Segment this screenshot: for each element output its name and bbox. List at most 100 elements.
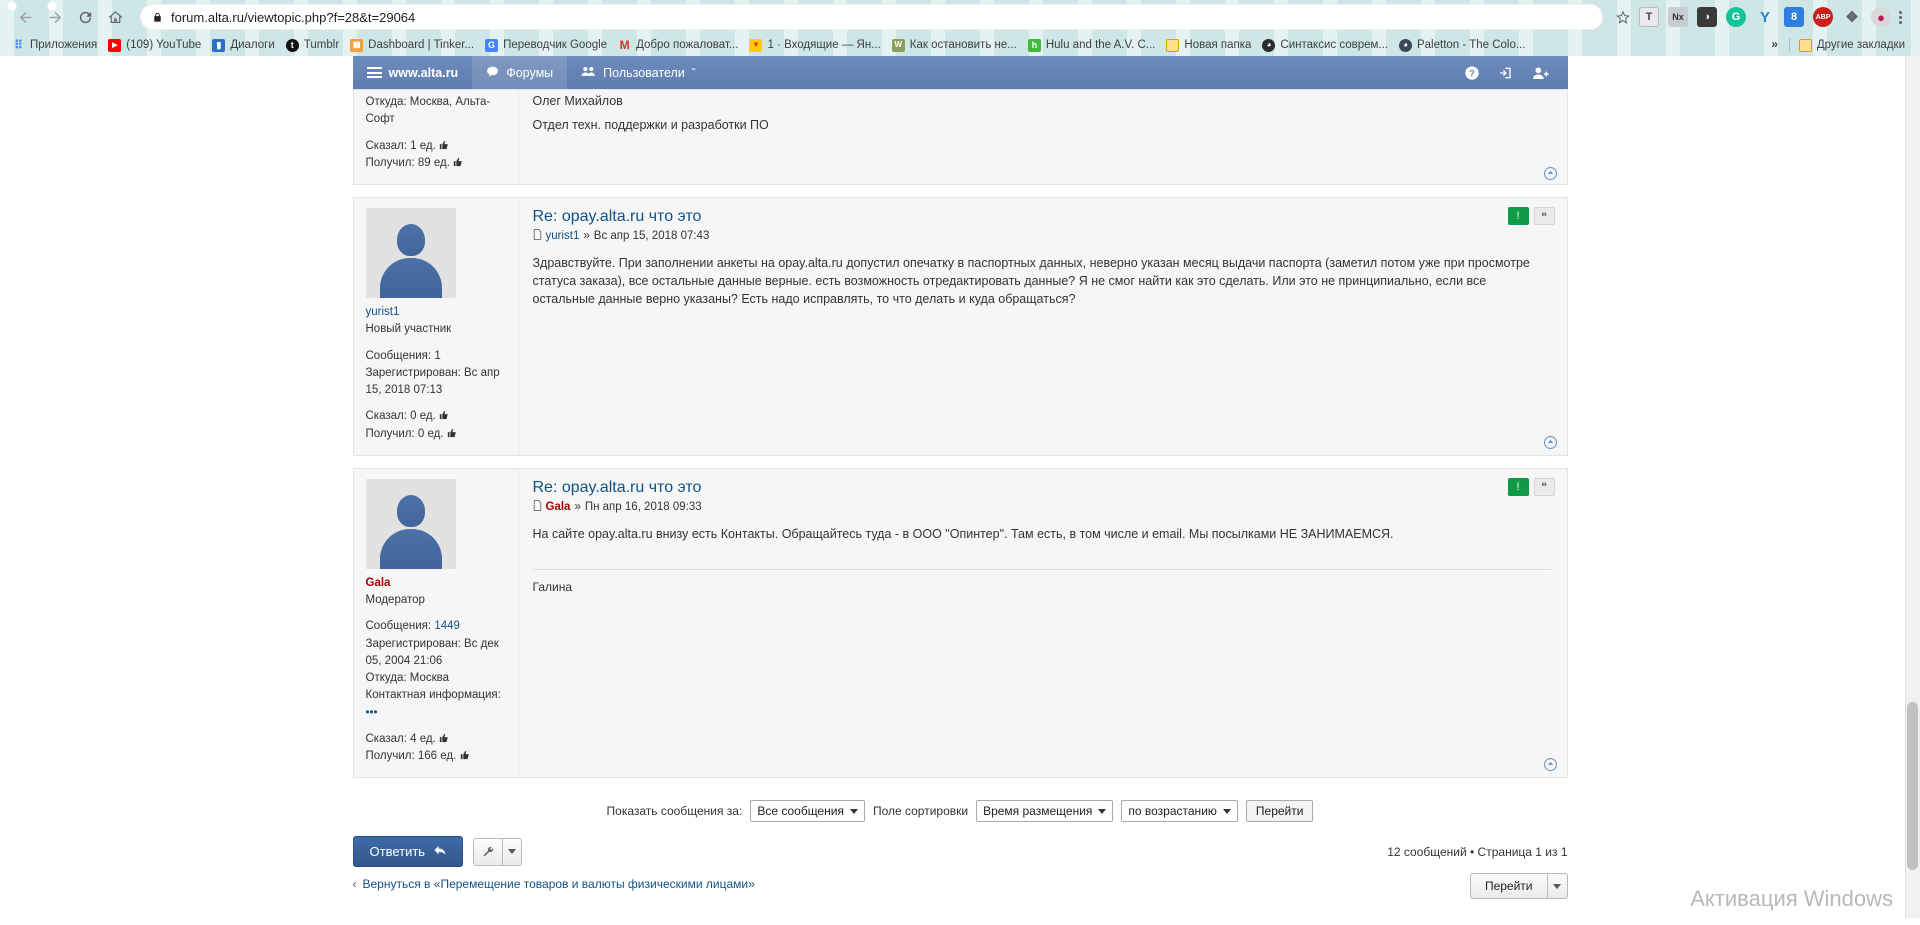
bookmark-label: Новая папка xyxy=(1184,39,1252,51)
kebab-menu-icon[interactable] xyxy=(1891,10,1910,24)
globe-dark-icon: ◕ xyxy=(1262,38,1276,52)
bookmark-wh[interactable]: W Как остановить не... xyxy=(888,38,1024,52)
chevron-down-icon[interactable] xyxy=(503,837,523,866)
wrench-icon[interactable] xyxy=(473,837,504,866)
adblock-plus-extension-icon[interactable]: ABP xyxy=(1813,7,1833,27)
bookmark-tinkercad[interactable]: ▦ Dashboard | Tinker... xyxy=(346,38,481,52)
nav-item-label: Форумы xyxy=(506,65,554,80)
back-to-top-icon[interactable] xyxy=(1543,435,1557,449)
sort-direction-select[interactable]: по возрастанию xyxy=(1121,800,1238,823)
report-post-button[interactable]: ! xyxy=(1507,207,1529,225)
author-contact-value[interactable]: ••• xyxy=(366,705,506,722)
post-author-panel: yurist1 Новый участник Сообщения: 1 Заре… xyxy=(354,198,519,455)
profile-avatar-icon[interactable]: ● xyxy=(1871,7,1891,27)
url-text: forum.alta.ru/viewtopic.php?f=28&t=29064 xyxy=(171,9,416,25)
bookmark-hulu[interactable]: h Hulu and the A.V. C... xyxy=(1024,38,1163,52)
bookmark-yandex-mail[interactable]: ▼ 1 · Входящие — Ян... xyxy=(745,38,887,52)
paletton-icon: ◕ xyxy=(1398,38,1412,52)
history-extension-icon[interactable]: 8 xyxy=(1784,7,1804,27)
reply-button[interactable]: Ответить xyxy=(352,836,464,868)
bookmark-tumblr[interactable]: t Tumblr xyxy=(282,38,346,52)
chevron-down-icon[interactable] xyxy=(1547,873,1568,900)
meta-separator: » xyxy=(583,230,590,242)
sort-field-select[interactable]: Время размещения xyxy=(976,800,1114,823)
bookmark-gmail[interactable]: M Добро пожаловат... xyxy=(614,39,745,52)
other-bookmarks-button[interactable]: Другие закладки xyxy=(1795,38,1912,52)
author-location: Откуда: Москва xyxy=(365,672,450,684)
post-action-buttons: ! ❝ xyxy=(1507,207,1555,225)
back-to-top-icon[interactable] xyxy=(1543,758,1557,772)
page-scrollbar[interactable] xyxy=(1905,56,1920,918)
wh-icon: W xyxy=(891,38,905,52)
bookmark-syntax[interactable]: ◕ Синтаксис соврем... xyxy=(1258,38,1395,52)
author-username[interactable]: yurist1 xyxy=(366,304,506,321)
folder-icon xyxy=(1166,38,1180,52)
sort-field-label: Поле сортировки xyxy=(872,804,969,819)
author-thanks-given: Сказал: 4 ед. xyxy=(366,731,506,748)
post-author-link[interactable]: yurist1 xyxy=(546,230,580,242)
post-meta: yurist1 » Вс апр 15, 2018 07:43 xyxy=(533,229,1551,243)
home-icon[interactable] xyxy=(100,2,130,32)
bookmark-label: 1 · Входящие — Ян... xyxy=(767,39,881,51)
nav-item-label: Пользователи xyxy=(603,65,685,80)
login-icon[interactable] xyxy=(1498,65,1514,81)
help-icon[interactable]: ? xyxy=(1464,65,1480,81)
nav-brand[interactable]: www.alta.ru xyxy=(353,56,473,89)
report-post-button[interactable]: ! xyxy=(1507,477,1529,496)
scrollbar-thumb[interactable] xyxy=(1907,702,1918,870)
nx-extension-icon[interactable]: Nx xyxy=(1668,7,1688,27)
author-contact-label: Контактная информация: xyxy=(365,689,501,702)
bookmark-apps[interactable]: ⠿ Приложения xyxy=(8,39,104,52)
avatar xyxy=(365,208,456,298)
address-bar[interactable]: forum.alta.ru/viewtopic.php?f=28&t=29064 xyxy=(140,4,1603,30)
google-translate-icon: G xyxy=(485,38,499,52)
bookmark-new-folder[interactable]: Новая папка xyxy=(1162,38,1258,52)
post-content: Олег Михайлов Отдел техн. поддержки и ра… xyxy=(519,90,1567,184)
sort-go-button[interactable]: Перейти xyxy=(1245,800,1314,823)
yandex-extension-icon[interactable]: Y xyxy=(1755,7,1775,27)
author-joined: Зарегистрирован: Вс апр 15, 2018 07:13 xyxy=(365,366,500,396)
reload-icon[interactable] xyxy=(70,2,100,32)
youtube-icon: ▶ xyxy=(108,38,122,52)
hamburger-menu-icon[interactable] xyxy=(366,67,382,78)
show-posts-select[interactable]: Все сообщения xyxy=(750,800,865,823)
back-arrow-icon[interactable] xyxy=(10,2,40,32)
thumbs-up-icon xyxy=(439,732,449,742)
back-to-top-icon[interactable] xyxy=(1543,167,1557,180)
post-title[interactable]: Re: opay.alta.ru что это xyxy=(533,208,1551,226)
bookmark-dialogs[interactable]: ▮ Диалоги xyxy=(208,38,281,52)
bookmark-label: Как остановить не... xyxy=(909,39,1017,51)
bookmark-paletton[interactable]: ◕ Paletton - The Colo... xyxy=(1395,38,1532,52)
bookmark-label: (109) YouTube xyxy=(126,39,202,51)
quote-post-button[interactable]: ❝ xyxy=(1533,207,1555,225)
post-gala: Gala Модератор Сообщения: 1449 Зарегистр… xyxy=(352,467,1568,779)
breadcrumb-link[interactable]: Вернуться в «Перемещение товаров и валют… xyxy=(363,877,755,891)
bookmarks-overflow-button[interactable]: » xyxy=(1765,39,1783,51)
puzzle-extensions-icon[interactable]: ❖ xyxy=(1842,7,1862,27)
goto-button[interactable]: Перейти xyxy=(1469,873,1548,900)
post-author-link[interactable]: Gala xyxy=(546,501,571,513)
translate-extension-icon[interactable]: T xyxy=(1639,7,1659,27)
yandex-mail-icon: ▼ xyxy=(749,38,763,52)
author-location: Откуда: Москва, Альта-Софт xyxy=(365,96,491,126)
post-title[interactable]: Re: opay.alta.ru что это xyxy=(533,479,1551,497)
dark-reader-extension-icon[interactable]: ◑ xyxy=(1697,7,1717,27)
quote-post-button[interactable]: ❝ xyxy=(1533,477,1555,496)
lock-icon xyxy=(152,11,163,24)
nav-item-forums[interactable]: Форумы xyxy=(472,56,568,89)
apps-grid-icon: ⠿ xyxy=(14,38,23,52)
nav-item-users[interactable]: Пользователи ˇ xyxy=(567,56,710,89)
grammarly-extension-icon[interactable]: G xyxy=(1726,7,1746,27)
author-post-count: Сообщения: 1449 xyxy=(365,620,460,633)
forum-container: www.alta.ru Форумы Пользователи ˇ ? Отку… xyxy=(352,56,1568,918)
breadcrumb-back-arrow-icon: ‹ xyxy=(352,877,357,892)
forward-arrow-icon[interactable] xyxy=(40,2,70,32)
bookmark-google-translate[interactable]: G Переводчик Google xyxy=(481,38,614,52)
star-icon[interactable] xyxy=(1611,9,1635,25)
post-author-panel: Откуда: Москва, Альта-Софт Сказал: 1 ед.… xyxy=(354,90,519,184)
register-user-icon[interactable] xyxy=(1532,65,1550,81)
author-username[interactable]: Gala xyxy=(366,575,506,592)
post-date: Пн апр 16, 2018 09:33 xyxy=(584,500,702,513)
page-viewport: www.alta.ru Форумы Пользователи ˇ ? Отку… xyxy=(0,56,1920,918)
bookmark-youtube[interactable]: ▶ (109) YouTube xyxy=(104,38,208,52)
